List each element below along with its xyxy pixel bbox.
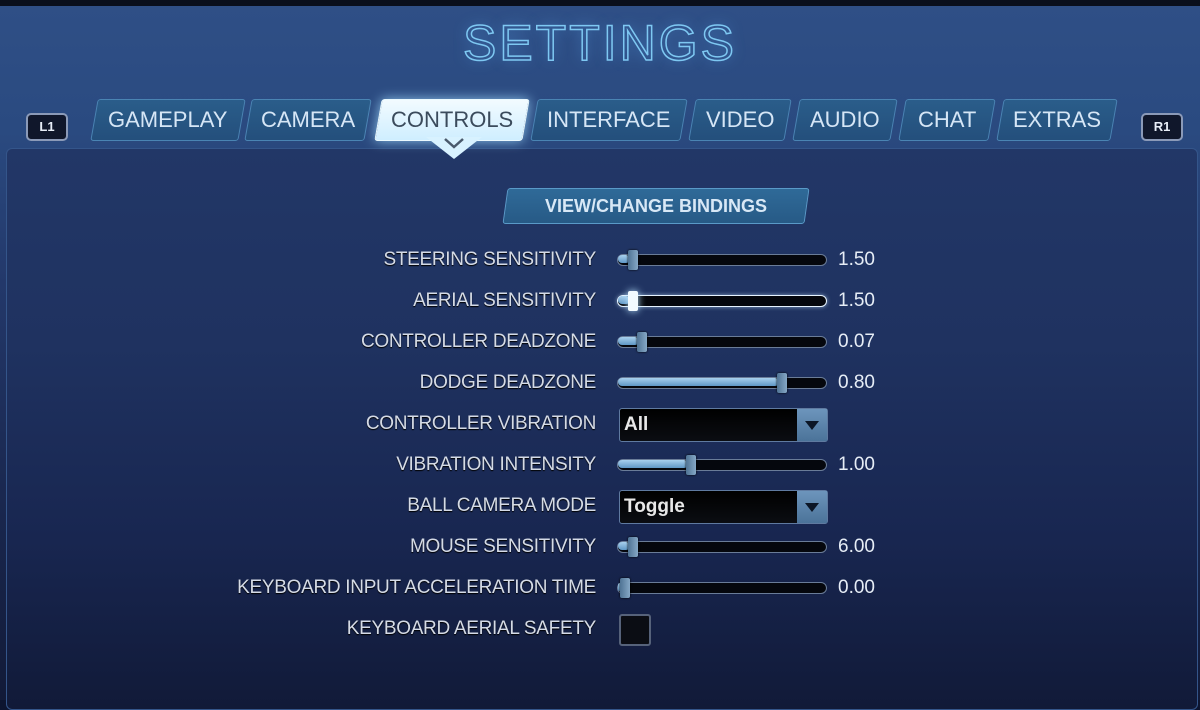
setting-slider[interactable] — [617, 537, 827, 557]
setting-value: 0.00 — [838, 577, 875, 598]
slider-handle[interactable] — [628, 250, 639, 270]
tab-controls[interactable]: CONTROLS — [374, 99, 530, 141]
tab-label: INTERFACE — [547, 107, 671, 132]
setting-label: AERIAL SENSITIVITY — [413, 290, 596, 311]
chevron-down-icon — [444, 138, 464, 149]
slider-handle[interactable] — [620, 578, 631, 598]
tab-interface[interactable]: INTERFACE — [530, 99, 688, 141]
dropdown-arrow-icon[interactable] — [797, 491, 827, 523]
setting-dropdown[interactable]: All — [619, 408, 828, 442]
setting-row: CONTROLLER VIBRATION All — [0, 408, 1200, 442]
tab-bar: GAMEPLAY CAMERA CONTROLS INTERFACE VIDEO… — [0, 99, 1200, 141]
setting-row: DODGE DEADZONE 0.80 — [0, 368, 1200, 398]
setting-dropdown[interactable]: Toggle — [619, 490, 828, 524]
tab-video[interactable]: VIDEO — [688, 99, 792, 141]
setting-label: BALL CAMERA MODE — [407, 495, 596, 516]
slider-handle[interactable] — [628, 537, 639, 557]
dropdown-value: Toggle — [624, 496, 685, 517]
tab-label: CHAT — [917, 107, 977, 132]
view-change-bindings-button[interactable]: VIEW/CHANGE BINDINGS — [502, 188, 810, 224]
tab-label: EXTRAS — [1012, 107, 1102, 132]
setting-label: KEYBOARD INPUT ACCELERATION TIME — [237, 577, 596, 598]
setting-value: 1.50 — [838, 249, 875, 270]
setting-row: VIBRATION INTENSITY 1.00 — [0, 450, 1200, 480]
setting-row: MOUSE SENSITIVITY 6.00 — [0, 532, 1200, 562]
slider-handle[interactable] — [776, 373, 787, 393]
setting-label: STEERING SENSITIVITY — [383, 249, 596, 270]
slider-track[interactable] — [617, 295, 827, 307]
slider-track[interactable] — [617, 254, 827, 266]
page-title: SETTINGS — [462, 14, 738, 72]
setting-slider[interactable] — [617, 291, 827, 311]
tab-audio[interactable]: AUDIO — [792, 99, 898, 141]
dropdown-arrow-icon[interactable] — [797, 409, 827, 441]
setting-label: VIBRATION INTENSITY — [396, 454, 596, 475]
setting-row: CONTROLLER DEADZONE 0.07 — [0, 327, 1200, 357]
tab-extras[interactable]: EXTRAS — [996, 99, 1118, 141]
setting-slider[interactable] — [617, 578, 827, 598]
slider-track[interactable] — [617, 582, 827, 594]
setting-label: CONTROLLER DEADZONE — [360, 331, 596, 352]
setting-slider[interactable] — [617, 332, 827, 352]
setting-slider[interactable] — [617, 250, 827, 270]
tab-gameplay[interactable]: GAMEPLAY — [90, 99, 246, 141]
setting-row: BALL CAMERA MODE Toggle — [0, 490, 1200, 524]
slider-fill — [618, 337, 639, 345]
setting-label: MOUSE SENSITIVITY — [410, 536, 596, 557]
setting-value: 0.80 — [838, 372, 875, 393]
tab-label: VIDEO — [705, 107, 775, 132]
button-label: VIEW/CHANGE BINDINGS — [544, 196, 767, 216]
slider-handle[interactable] — [628, 291, 639, 311]
tab-label: GAMEPLAY — [108, 107, 228, 132]
slider-handle[interactable] — [636, 332, 647, 352]
setting-label: DODGE DEADZONE — [419, 372, 597, 393]
tab-label: CONTROLS — [390, 107, 514, 132]
setting-row: KEYBOARD AERIAL SAFETY — [0, 614, 1200, 646]
tab-label: AUDIO — [810, 107, 880, 132]
setting-value: 1.00 — [838, 454, 875, 475]
dropdown-value: All — [624, 414, 649, 435]
slider-fill — [618, 378, 779, 386]
slider-track[interactable] — [617, 336, 827, 348]
setting-label: KEYBOARD AERIAL SAFETY — [346, 618, 597, 639]
setting-row: STEERING SENSITIVITY 1.50 — [0, 245, 1200, 275]
setting-slider[interactable] — [617, 455, 827, 475]
slider-track[interactable] — [617, 541, 827, 553]
tab-chat[interactable]: CHAT — [898, 99, 996, 141]
setting-value: 1.50 — [838, 290, 875, 311]
slider-handle[interactable] — [686, 455, 697, 475]
setting-checkbox[interactable] — [619, 614, 651, 646]
setting-row: KEYBOARD INPUT ACCELERATION TIME 0.00 — [0, 573, 1200, 603]
setting-value: 0.07 — [838, 331, 875, 352]
tab-camera[interactable]: CAMERA — [244, 99, 372, 141]
setting-value: 6.00 — [838, 536, 875, 557]
setting-label: CONTROLLER VIBRATION — [365, 413, 596, 434]
setting-row: AERIAL SENSITIVITY 1.50 — [0, 286, 1200, 316]
slider-fill — [618, 460, 689, 468]
setting-slider[interactable] — [617, 373, 827, 393]
tab-label: CAMERA — [260, 107, 356, 132]
